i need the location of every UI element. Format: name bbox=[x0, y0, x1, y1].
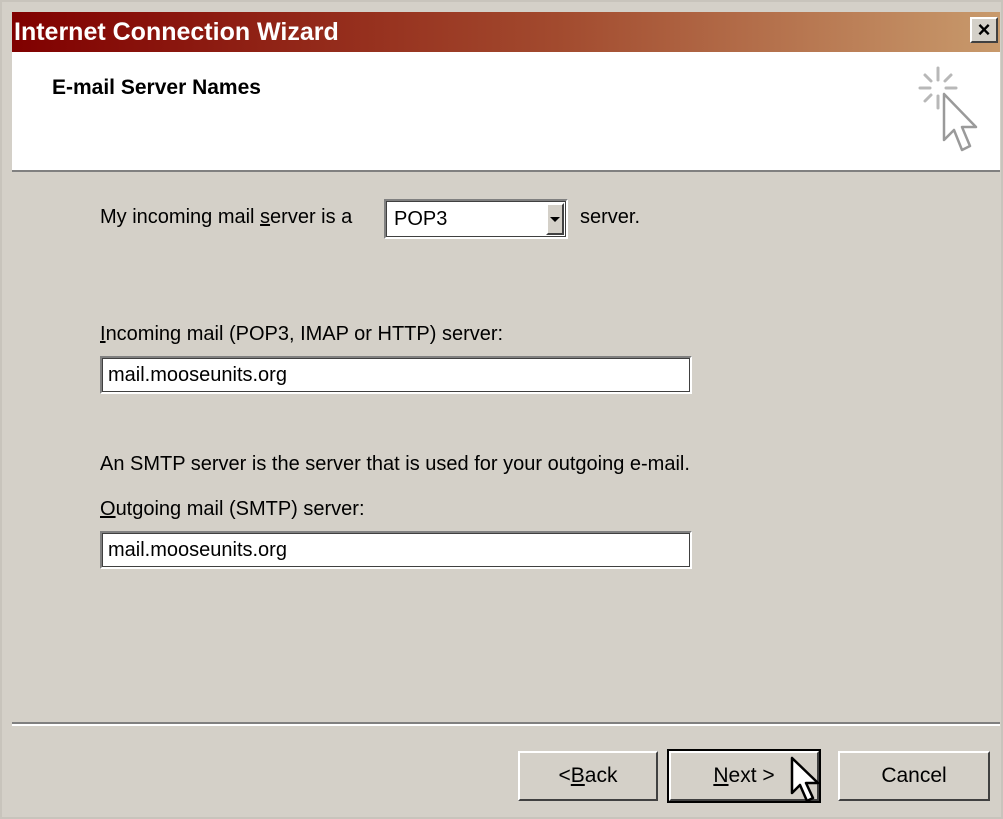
window-title: Internet Connection Wizard bbox=[14, 18, 339, 46]
footer-divider bbox=[12, 722, 1000, 726]
close-button[interactable]: × bbox=[970, 17, 998, 43]
wizard-cursor-icon bbox=[918, 66, 978, 152]
incoming-server-label: Incoming mail (POP3, IMAP or HTTP) serve… bbox=[100, 323, 504, 345]
close-icon: × bbox=[977, 17, 991, 42]
server-type-value: POP3 bbox=[394, 208, 448, 230]
outgoing-server-input[interactable]: mail.mooseunits.org bbox=[100, 531, 692, 569]
incoming-type-label: My incoming mail server is a bbox=[100, 206, 353, 228]
back-button[interactable]: < Back bbox=[518, 751, 658, 801]
wizard-header: E-mail Server Names bbox=[12, 52, 1000, 172]
server-type-select[interactable]: POP3 bbox=[384, 199, 568, 239]
outgoing-server-label: Outgoing mail (SMTP) server: bbox=[100, 498, 365, 520]
incoming-server-input[interactable]: mail.mooseunits.org bbox=[100, 356, 692, 394]
smtp-note: An SMTP server is the server that is use… bbox=[100, 453, 690, 475]
server-type-suffix: server. bbox=[580, 206, 641, 228]
wizard-content: My incoming mail server is a POP3 server… bbox=[12, 172, 1000, 727]
wizard-window: Internet Connection Wizard × E-mail Serv… bbox=[0, 0, 1003, 819]
title-bar[interactable]: Internet Connection Wizard × bbox=[12, 12, 1000, 52]
mouse-pointer-icon bbox=[790, 756, 820, 803]
cancel-button[interactable]: Cancel bbox=[838, 751, 990, 801]
chevron-down-icon bbox=[550, 216, 560, 222]
page-title: E-mail Server Names bbox=[52, 76, 261, 99]
dropdown-arrow-button[interactable] bbox=[546, 203, 564, 235]
